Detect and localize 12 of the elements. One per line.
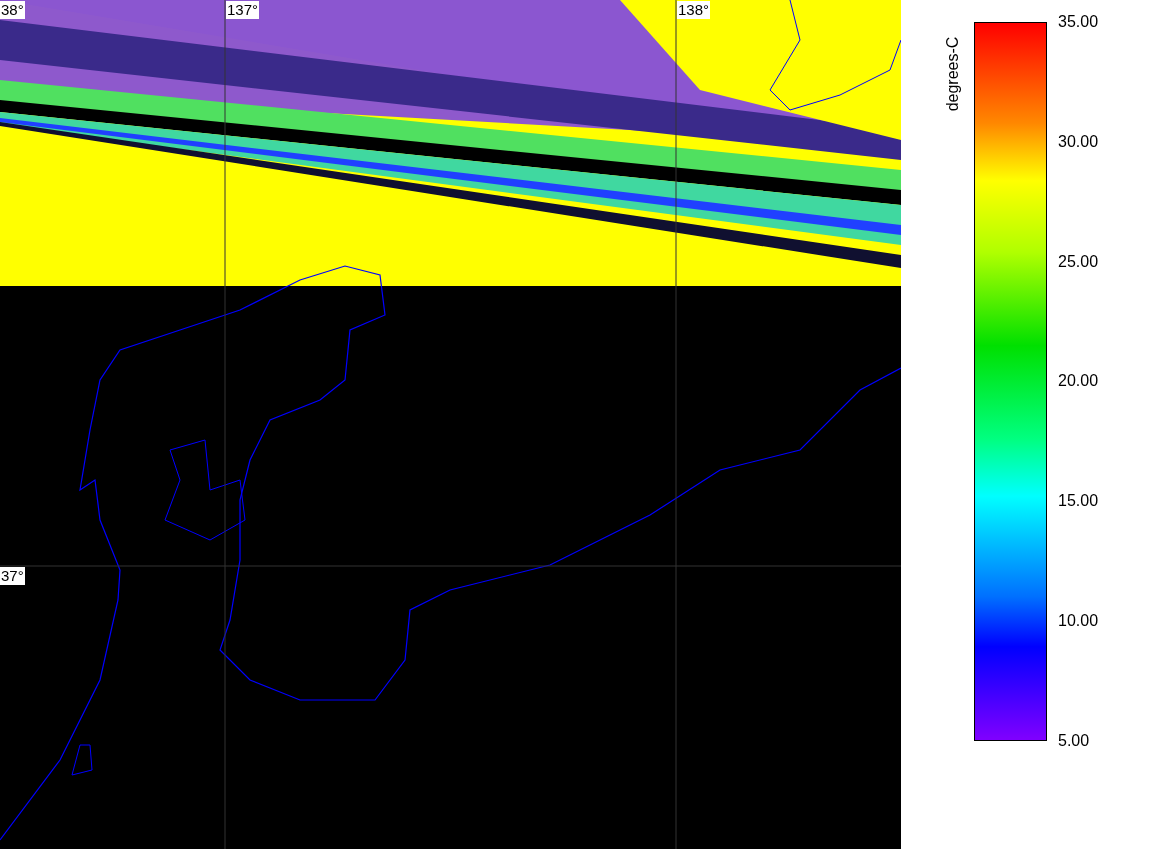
latitude-label: 38°: [0, 1, 25, 19]
colorbar-tick-label: 35.00: [1058, 13, 1099, 31]
latitude-label: 37°: [0, 567, 25, 585]
longitude-label: 137°: [226, 1, 260, 19]
longitude-label: 138°: [677, 1, 711, 19]
colorbar-tick-label: 30.00: [1058, 132, 1099, 151]
colorbar-axis-label: degrees-C: [943, 36, 963, 112]
colorbar-tick-label: 5.00: [1058, 731, 1090, 750]
colorbar-tick-label: 10.00: [1058, 612, 1099, 630]
colorbar-tick-label: 15.00: [1058, 492, 1099, 511]
colorbar-tick-label: 20.00: [1058, 372, 1099, 391]
colorbar-tick-label: 25.00: [1058, 252, 1099, 271]
